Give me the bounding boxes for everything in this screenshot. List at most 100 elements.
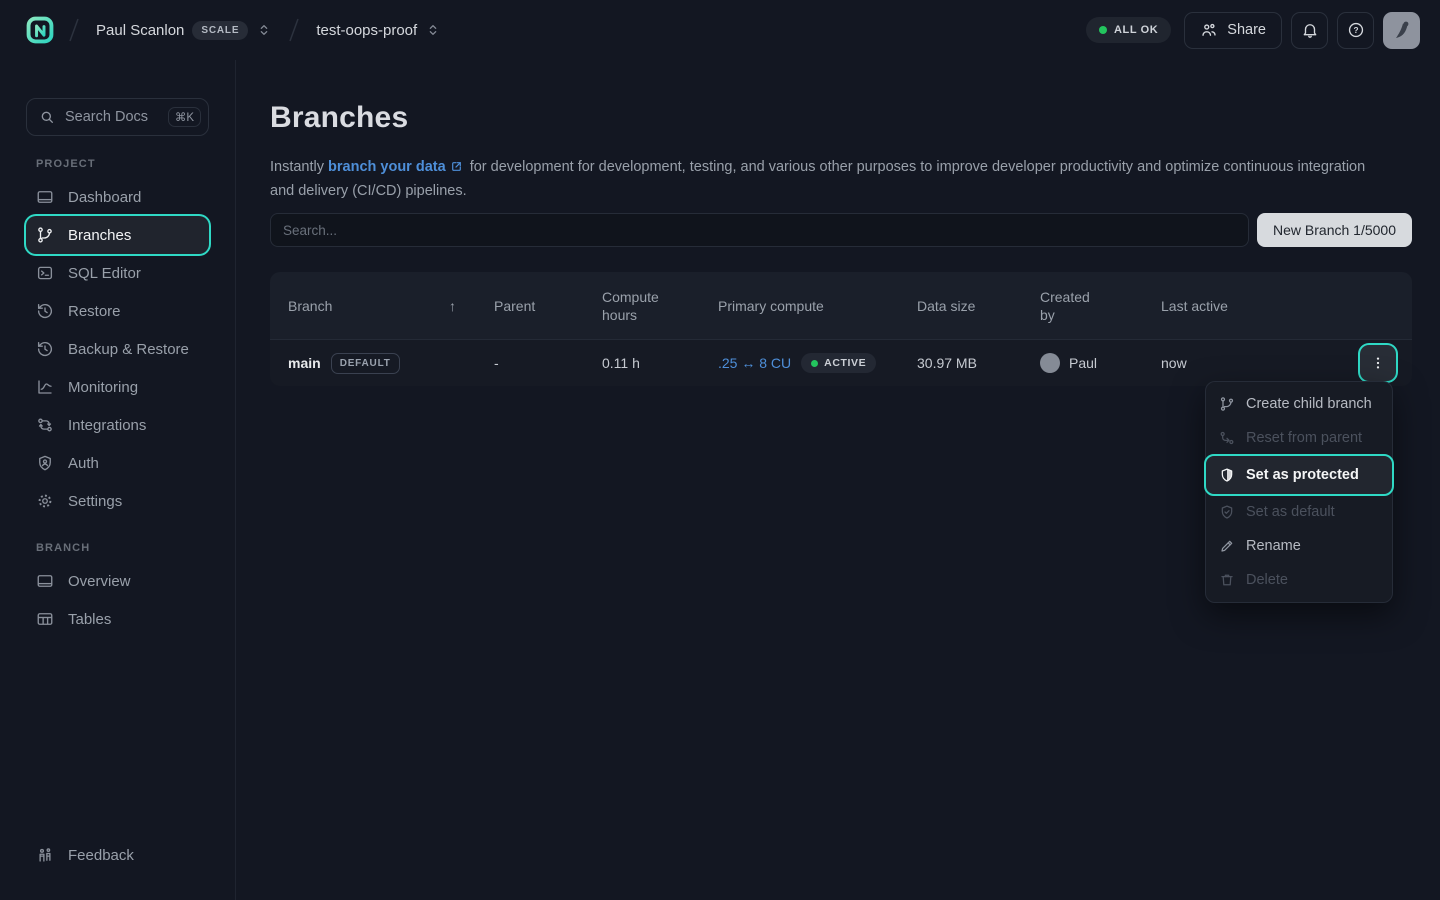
- search-docs-label: Search Docs: [65, 109, 158, 125]
- reset-icon: [1219, 430, 1235, 446]
- column-label: Created by: [1040, 288, 1100, 324]
- sort-ascending-icon: ↑: [449, 298, 456, 314]
- sidebar-item-branches[interactable]: Branches: [26, 216, 209, 254]
- plan-badge: SCALE: [192, 21, 248, 40]
- user-avatar[interactable]: [1383, 12, 1420, 49]
- column-header-last-active: Last active: [1161, 298, 1301, 314]
- menu-item-label: Rename: [1246, 538, 1301, 554]
- overview-icon: [36, 572, 54, 590]
- people-icon: [1200, 21, 1218, 39]
- column-header-branch[interactable]: Branch ↑: [270, 298, 494, 314]
- sidebar: Search Docs ⌘K PROJECT Dashboard Branche…: [0, 60, 236, 900]
- section-label-project: PROJECT: [0, 158, 235, 170]
- search-docs-button[interactable]: Search Docs ⌘K: [26, 98, 209, 136]
- sidebar-item-label: Monitoring: [68, 379, 138, 396]
- active-status-badge: ACTIVE: [801, 353, 876, 373]
- user-avatar: [1040, 353, 1060, 373]
- monitoring-icon: [36, 378, 54, 396]
- active-dot-icon: [811, 360, 818, 367]
- help-icon: ?: [1347, 21, 1365, 39]
- branch-icon: [1219, 396, 1235, 412]
- branch-actions-menu: Create child branch Reset from parent Se…: [1205, 381, 1393, 603]
- menu-item-set-as-protected[interactable]: Set as protected: [1206, 456, 1392, 494]
- last-active-cell: now: [1161, 355, 1301, 371]
- project-name: test-oops-proof: [316, 22, 417, 39]
- breadcrumb-slash-icon: [286, 15, 302, 45]
- sidebar-item-dashboard[interactable]: Dashboard: [26, 178, 209, 216]
- active-label: ACTIVE: [824, 357, 866, 369]
- integrations-icon: [36, 416, 54, 434]
- sidebar-item-monitoring[interactable]: Monitoring: [26, 368, 209, 406]
- dashboard-icon: [36, 188, 54, 206]
- neon-logo-icon[interactable]: [22, 12, 58, 48]
- column-label: Primary compute: [718, 298, 824, 314]
- column-label: Data size: [917, 298, 975, 314]
- sidebar-item-integrations[interactable]: Integrations: [26, 406, 209, 444]
- page-title: Branches: [270, 100, 1412, 136]
- branches-table: Branch ↑ Parent Compute hours Primary co…: [270, 272, 1412, 386]
- sidebar-item-auth[interactable]: Auth: [26, 444, 209, 482]
- chevrons-updown-icon: [256, 22, 272, 38]
- help-button[interactable]: ?: [1337, 12, 1374, 49]
- trash-icon: [1219, 572, 1235, 588]
- page-description: Instantly branch your data for developme…: [270, 156, 1386, 202]
- chevrons-updown-icon: [425, 22, 441, 38]
- new-branch-button[interactable]: New Branch 1/5000: [1257, 213, 1412, 247]
- org-switcher[interactable]: Paul Scanlon SCALE: [90, 17, 278, 44]
- sidebar-item-label: Overview: [68, 573, 131, 590]
- topbar: Paul Scanlon SCALE test-oops-proof ALL O…: [0, 0, 1440, 60]
- sidebar-item-label: Dashboard: [68, 189, 141, 206]
- topbar-actions: ALL OK Share ?: [1086, 12, 1420, 49]
- column-label: Last active: [1161, 298, 1228, 314]
- menu-item-label: Set as protected: [1246, 467, 1359, 483]
- feedback-icon: [36, 846, 54, 864]
- branches-icon: [36, 226, 54, 244]
- sidebar-item-sql-editor[interactable]: SQL Editor: [26, 254, 209, 292]
- share-button[interactable]: Share: [1184, 12, 1282, 49]
- menu-item-label: Create child branch: [1246, 396, 1372, 412]
- status-ok-dot-icon: [1099, 26, 1107, 34]
- actions-cell: [1301, 345, 1412, 381]
- status-badge[interactable]: ALL OK: [1086, 17, 1171, 43]
- column-label: Branch: [288, 298, 332, 314]
- tables-icon: [36, 610, 54, 628]
- menu-item-reset-from-parent: Reset from parent: [1206, 421, 1392, 455]
- bell-icon: [1301, 21, 1319, 39]
- sidebar-item-backup-restore[interactable]: Backup & Restore: [26, 330, 209, 368]
- search-icon: [39, 109, 55, 125]
- column-header-data-size: Data size: [917, 298, 1040, 314]
- sidebar-item-label: Branches: [68, 227, 131, 244]
- auth-icon: [36, 454, 54, 472]
- menu-item-label: Delete: [1246, 572, 1288, 588]
- menu-item-create-child-branch[interactable]: Create child branch: [1206, 387, 1392, 421]
- sidebar-item-label: Restore: [68, 303, 121, 320]
- row-actions-kebab-button[interactable]: [1360, 345, 1396, 381]
- branch-search-input[interactable]: [270, 213, 1249, 247]
- menu-item-rename[interactable]: Rename: [1206, 529, 1392, 563]
- external-link-icon: [450, 158, 463, 180]
- table-row-main[interactable]: main DEFAULT - 0.11 h .25 ↔ 8 CU ACTIVE …: [270, 339, 1412, 386]
- shortcut-badge: ⌘K: [168, 107, 201, 127]
- column-header-created-by: Created by: [1040, 288, 1161, 324]
- column-header-parent: Parent: [494, 298, 602, 314]
- column-header-primary-compute: Primary compute: [718, 298, 917, 314]
- status-label: ALL OK: [1114, 24, 1158, 36]
- branch-your-data-link[interactable]: branch your data: [328, 159, 446, 175]
- sidebar-item-feedback[interactable]: Feedback: [26, 836, 209, 874]
- compute-size-link[interactable]: .25 ↔ 8 CU: [718, 355, 791, 371]
- sidebar-item-restore[interactable]: Restore: [26, 292, 209, 330]
- sidebar-item-overview[interactable]: Overview: [26, 562, 209, 600]
- created-by-cell: Paul: [1040, 353, 1161, 373]
- pencil-icon: [1219, 538, 1235, 554]
- sidebar-item-settings[interactable]: Settings: [26, 482, 209, 520]
- default-badge: DEFAULT: [331, 353, 400, 374]
- menu-item-label: Reset from parent: [1246, 430, 1362, 446]
- main-content: Branches Instantly branch your data for …: [236, 60, 1440, 900]
- restore-icon: [36, 302, 54, 320]
- project-switcher[interactable]: test-oops-proof: [310, 18, 447, 43]
- branch-cell: main DEFAULT: [270, 353, 494, 374]
- sidebar-item-tables[interactable]: Tables: [26, 600, 209, 638]
- menu-item-set-as-default: Set as default: [1206, 495, 1392, 529]
- notifications-button[interactable]: [1291, 12, 1328, 49]
- share-label: Share: [1227, 22, 1266, 38]
